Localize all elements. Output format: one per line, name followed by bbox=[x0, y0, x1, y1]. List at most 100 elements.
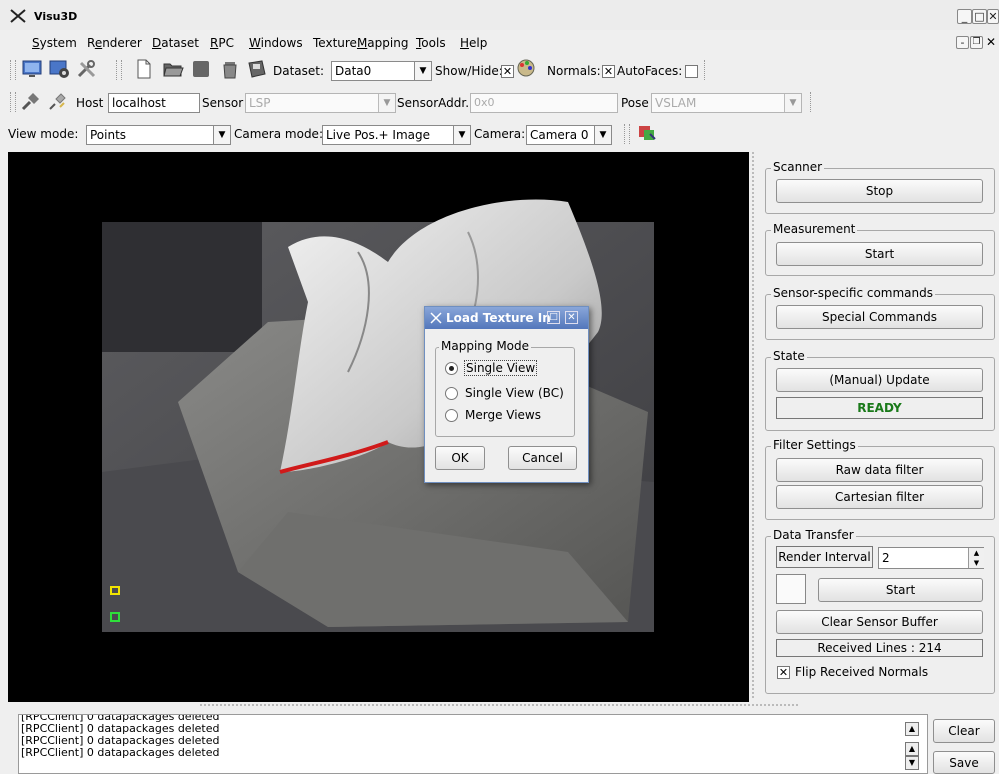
close-button[interactable]: ✕ bbox=[987, 9, 999, 24]
viewmode-select[interactable]: Points ▼ bbox=[86, 125, 231, 145]
horizontal-splitter[interactable] bbox=[200, 704, 800, 706]
dialog-close-button[interactable]: ✕ bbox=[565, 311, 578, 324]
plug-icon[interactable] bbox=[20, 90, 42, 112]
menu-help[interactable]: Help bbox=[460, 36, 487, 50]
dialog-title-bar[interactable]: Load Texture In □ ✕ bbox=[425, 307, 588, 329]
dataset-select[interactable]: Data0 ▼ bbox=[331, 61, 432, 81]
log-clear-button[interactable]: Clear bbox=[933, 719, 995, 743]
load-texture-dialog: Load Texture In □ ✕ Mapping Mode Single … bbox=[424, 306, 589, 483]
log-scroll-up-icon[interactable]: ▲ bbox=[905, 742, 919, 756]
log-line: [RPCClient] 0 datapackages deleted bbox=[21, 746, 220, 759]
dialog-ok-button[interactable]: OK bbox=[435, 446, 485, 470]
trash-icon[interactable] bbox=[219, 58, 241, 80]
dataset-value: Data0 bbox=[335, 64, 372, 78]
single-view-radio[interactable] bbox=[445, 362, 458, 375]
menu-rpc[interactable]: RPC bbox=[210, 36, 234, 50]
chevron-down-icon: ▼ bbox=[213, 126, 230, 144]
menu-texturemapping[interactable]: TextureMapping bbox=[313, 36, 408, 50]
save-icon[interactable] bbox=[246, 58, 268, 80]
host-label: Host bbox=[76, 96, 104, 110]
toolbar-grip[interactable] bbox=[116, 60, 122, 80]
normals-label: Normals: bbox=[547, 64, 601, 78]
screenshot-icon[interactable] bbox=[48, 58, 70, 80]
cartesian-filter-button[interactable]: Cartesian filter bbox=[776, 485, 983, 509]
log-output[interactable]: [RPCClient] 0 datapackages deleted [RPCC… bbox=[18, 714, 928, 774]
render-viewport[interactable] bbox=[8, 152, 749, 702]
pose-label: Pose bbox=[621, 96, 649, 110]
special-commands-button[interactable]: Special Commands bbox=[776, 305, 983, 329]
menu-dataset[interactable]: Dataset bbox=[152, 36, 199, 50]
render-interval-label: Render Interval bbox=[776, 546, 873, 568]
texture-map-icon[interactable] bbox=[636, 122, 658, 144]
sensor-select[interactable]: LSP ▼ bbox=[245, 93, 396, 113]
toolbar-separator bbox=[700, 60, 705, 80]
manual-update-button[interactable]: (Manual) Update bbox=[776, 368, 983, 392]
merge-views-radio[interactable] bbox=[445, 409, 458, 422]
toolbar-grip[interactable] bbox=[10, 60, 16, 80]
showhide-label: Show/Hide: bbox=[435, 64, 503, 78]
stop-icon[interactable] bbox=[190, 58, 212, 80]
normals-checkbox[interactable]: ✕ bbox=[602, 65, 615, 78]
pose-select[interactable]: VSLAM ▼ bbox=[651, 93, 802, 113]
log-scroll-down-icon[interactable]: ▼ bbox=[905, 756, 919, 770]
host-input[interactable]: localhost bbox=[108, 93, 200, 113]
app-logo-icon bbox=[10, 9, 26, 23]
received-lines-display: Received Lines : 214 bbox=[776, 639, 983, 657]
sensoraddr-input[interactable]: 0x0 bbox=[470, 93, 618, 113]
cameramode-select[interactable]: Live Pos.+ Image ▼ bbox=[322, 125, 471, 145]
chevron-down-icon: ▼ bbox=[784, 94, 801, 112]
pose-value: VSLAM bbox=[655, 96, 697, 110]
cameramode-value: Live Pos.+ Image bbox=[326, 128, 430, 142]
mdi-close-button[interactable]: ✕ bbox=[986, 35, 996, 49]
open-folder-icon[interactable] bbox=[162, 58, 184, 80]
spin-arrows-icon[interactable]: ▲ ▼ bbox=[968, 548, 984, 568]
palette-icon[interactable] bbox=[516, 58, 536, 78]
toolbar-grip[interactable] bbox=[624, 124, 630, 144]
menu-renderer[interactable]: Renderer bbox=[87, 36, 142, 50]
disconnect-icon[interactable] bbox=[47, 90, 69, 112]
tools-icon[interactable] bbox=[76, 58, 98, 80]
mdi-minimize-button[interactable]: - bbox=[956, 36, 969, 49]
clear-sensor-buffer-button[interactable]: Clear Sensor Buffer bbox=[776, 610, 983, 634]
merge-views-label[interactable]: Merge Views bbox=[465, 408, 541, 422]
menu-windows[interactable]: Windows bbox=[249, 36, 303, 50]
camera-select[interactable]: Camera 0 ▼ bbox=[526, 125, 612, 145]
log-scroll-up-icon[interactable]: ▲ bbox=[905, 722, 919, 736]
dialog-cancel-button[interactable]: Cancel bbox=[508, 446, 577, 470]
scene-render bbox=[102, 199, 654, 632]
single-view-bc-label[interactable]: Single View (BC) bbox=[465, 386, 564, 400]
measurement-start-button[interactable]: Start bbox=[776, 242, 983, 266]
transfer-status-indicator bbox=[776, 574, 806, 604]
maximize-button[interactable]: □ bbox=[972, 9, 987, 24]
camera-value: Camera 0 bbox=[530, 128, 589, 142]
render-interval-value: 2 bbox=[882, 551, 890, 565]
raw-data-filter-button[interactable]: Raw data filter bbox=[776, 458, 983, 482]
camera-label: Camera: bbox=[474, 127, 526, 141]
autofaces-checkbox[interactable] bbox=[685, 65, 698, 78]
log-save-button[interactable]: Save bbox=[933, 751, 995, 774]
monitor-icon[interactable] bbox=[21, 58, 43, 80]
menu-system[interactable]: System bbox=[32, 36, 77, 50]
menu-tools[interactable]: Tools bbox=[416, 36, 446, 50]
menu-bar bbox=[0, 30, 999, 52]
state-status: READY bbox=[776, 397, 983, 419]
measurement-group-title: Measurement bbox=[771, 222, 858, 236]
toolbar-grip[interactable] bbox=[10, 92, 16, 112]
flip-normals-checkbox[interactable]: ✕ bbox=[777, 666, 790, 679]
dialog-app-icon bbox=[430, 312, 442, 324]
dialog-maximize-button[interactable]: □ bbox=[547, 311, 560, 324]
showhide-checkbox[interactable]: ✕ bbox=[501, 65, 514, 78]
cameramode-label: Camera mode: bbox=[234, 127, 323, 141]
single-view-bc-radio[interactable] bbox=[445, 387, 458, 400]
transfer-start-button[interactable]: Start bbox=[818, 578, 983, 602]
single-view-label[interactable]: Single View bbox=[464, 360, 538, 376]
viewmode-value: Points bbox=[90, 128, 127, 142]
chevron-down-icon: ▼ bbox=[594, 126, 611, 144]
vertical-splitter[interactable] bbox=[752, 152, 754, 700]
new-file-icon[interactable] bbox=[133, 58, 155, 80]
chevron-down-icon: ▼ bbox=[378, 94, 395, 112]
filter-group-title: Filter Settings bbox=[771, 438, 858, 452]
scanner-stop-button[interactable]: Stop bbox=[776, 179, 983, 203]
mdi-restore-button[interactable]: ❐ bbox=[970, 36, 983, 49]
minimize-button[interactable]: _ bbox=[957, 9, 972, 24]
